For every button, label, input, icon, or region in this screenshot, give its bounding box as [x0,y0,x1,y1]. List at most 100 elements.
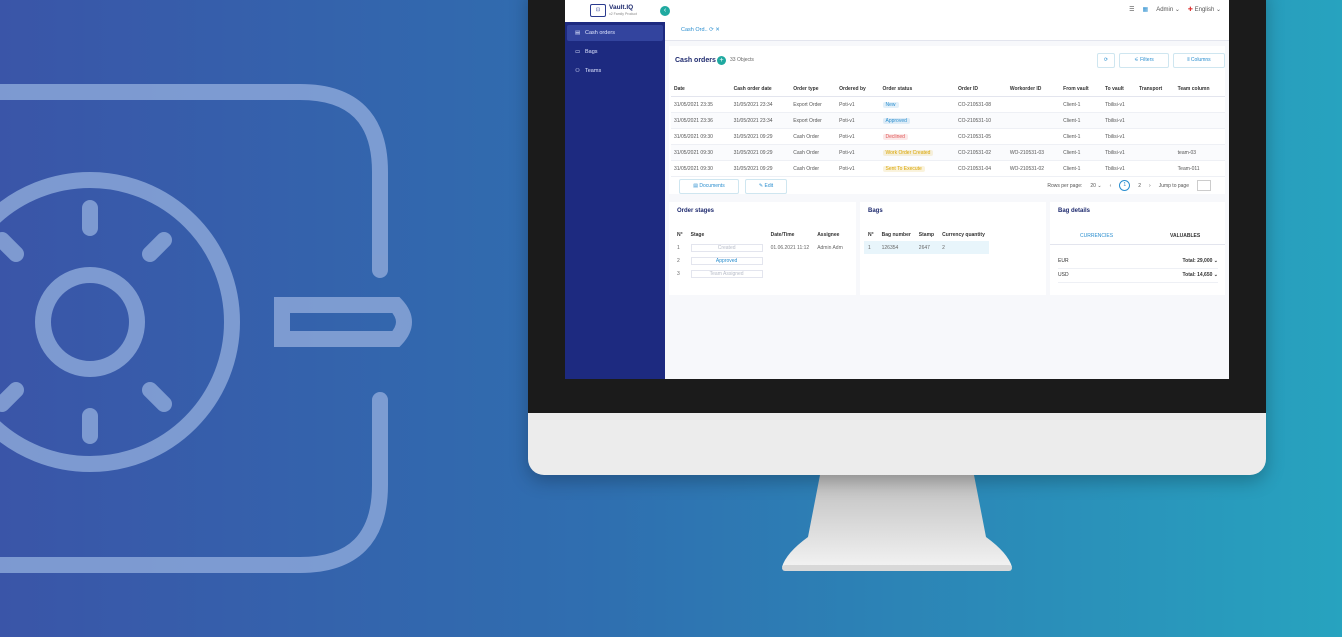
column-header[interactable]: From vault [1060,82,1102,97]
column-header: N° [677,231,683,238]
table-cell: Tbilisi-v1 [1102,128,1137,145]
jump-to-page-label: Jump to page [1158,182,1189,189]
menu-icon[interactable]: ☰ [1129,6,1134,13]
column-header[interactable]: Team column [1174,82,1225,97]
table-row[interactable]: 3 Team Assigned [673,267,847,280]
tab-label: Cash Ord.. [681,27,708,33]
tab-valuables[interactable]: VALUABLES [1170,233,1200,239]
user-menu[interactable]: Admin ⌄ [1156,6,1180,13]
table-header-row: Date Cash order date Order type Ordered … [671,82,1225,97]
object-count: 33 Objects [730,57,754,63]
bags-table: N° Bag number Stamp Currency quantity 1 … [864,228,989,254]
table-row[interactable]: 31/05/2021 23:35 31/05/2021 23:34 Export O… [671,96,1225,113]
table-cell [1136,96,1175,113]
table-cell [1136,144,1175,161]
table-cell [1136,128,1175,145]
status-badge: Declined [882,133,908,140]
page-next[interactable]: 2 [1138,183,1141,189]
documents-label: Documents [699,183,725,189]
stage-number: 1 [677,244,680,251]
column-header[interactable]: Transport [1136,82,1175,97]
order-status-cell: Work Order Created [879,144,955,161]
table-cell: Client-1 [1060,144,1102,161]
table-cell [1174,112,1225,129]
close-icon[interactable]: ✕ [715,27,720,33]
column-header[interactable]: Order ID [955,82,1007,97]
document-icon: ▤ [575,30,581,36]
table-row[interactable]: 2 Approved [673,254,847,267]
sidebar-item-label: Teams [585,68,602,74]
currency-row-eur[interactable]: EUR Total: 29,000 ⌄ [1058,254,1218,269]
currency-code: EUR [1058,258,1069,264]
chevron-down-icon: ⌄ [1213,258,1218,264]
language-select[interactable]: ✚ English ⌄ [1188,6,1221,13]
layout-icon[interactable]: ▦ [1143,6,1149,13]
prev-page-icon[interactable]: ‹ [1110,183,1112,189]
rows-per-page-select[interactable]: 20 ⌄ [1090,183,1101,189]
bag-number: 126354 [881,244,899,251]
table-cell: Cash Order [790,160,837,177]
tab-currencies[interactable]: CURRENCIES [1080,233,1113,239]
currency-row-usd[interactable]: USD Total: 14,650 ⌄ [1058,268,1218,283]
next-page-icon[interactable]: › [1149,183,1151,189]
columns-label: Columns [1190,57,1211,63]
column-header[interactable]: Cash order date [730,82,791,97]
column-header[interactable]: Ordered by [836,82,880,97]
stage-number: 3 [677,270,680,277]
refresh-icon: ⟳ [1103,57,1109,63]
table-cell: 31/05/2021 09:30 [671,144,731,161]
stage-pill: Created [690,243,763,252]
sidebar-item-label: Bags [585,49,598,55]
table-cell: 31/05/2021 09:29 [730,128,791,145]
cash-orders-title: Cash orders [675,57,716,64]
table-cell [1006,96,1061,113]
table-row[interactable]: 31/05/2021 23:36 31/05/2021 23:34 Export O… [671,112,1225,129]
add-order-button[interactable]: + [717,56,726,65]
refresh-button[interactable]: ⟳ [1097,53,1115,68]
table-cell: Tbilisi-v1 [1102,112,1137,129]
table-cell: Client-1 [1060,128,1102,145]
column-header[interactable]: To vault [1102,82,1137,97]
table-cell: CO-210531-02 [955,144,1007,161]
table-cell: 31/05/2021 09:29 [730,144,791,161]
column-header[interactable]: Date [671,82,731,97]
bag-details-title: Bag details [1058,208,1091,214]
collapse-sidebar-button[interactable]: ‹ [660,6,670,16]
table-cell: WO-210531-02 [1006,160,1061,177]
table-cell: 31/05/2021 23:35 [671,96,731,113]
columns-button[interactable]: ⦀ Columns [1173,53,1225,68]
table-cell: Tbilisi-v1 [1102,144,1137,161]
app-screen: ⊡ Vault.IQ x2 Family Product ‹ ☰ ▦ Admin… [565,0,1229,379]
columns-icon: ⦀ [1187,57,1190,63]
sidebar-item-bags[interactable]: ▭ Bags [567,44,663,60]
vault-logo-icon: ⊡ [590,4,606,17]
column-header[interactable]: Workorder ID [1006,82,1061,97]
table-row[interactable]: 1 Created 01.06.2021 11:12 Admin Adm [673,241,847,254]
table-cell: 31/05/2021 09:29 [730,160,791,177]
bags-title: Bags [868,208,883,214]
table-row[interactable]: 31/05/2021 09:30 31/05/2021 09:29 Cash Ord… [671,128,1225,145]
stage-datetime [767,254,814,267]
tab-cash-orders[interactable]: Cash Ord.. ⟳ ✕ [681,27,720,33]
currency-code: USD [1058,272,1069,278]
edit-button[interactable]: ✎ Edit [745,179,787,194]
column-header[interactable]: Order status [879,82,955,97]
column-header: Currency quantity [942,231,985,238]
documents-button[interactable]: ▤ Documents [679,179,739,194]
table-row[interactable]: 31/05/2021 09:30 31/05/2021 09:29 Cash Ord… [671,144,1225,161]
column-header[interactable]: Order type [790,82,837,97]
cash-orders-table: Date Cash order date Order type Ordered … [671,82,1225,177]
sidebar-item-cash-orders[interactable]: ▤ Cash orders [567,25,663,41]
topbar-actions: ☰ ▦ Admin ⌄ ✚ English ⌄ [1129,6,1221,13]
column-header: Bag number [881,231,911,238]
jump-to-page-input[interactable] [1197,180,1211,191]
refresh-icon[interactable]: ⟳ [709,27,714,33]
page-current[interactable]: 1 [1119,180,1131,191]
table-cell: 31/05/2021 23:34 [730,112,791,129]
table-cell: team-03 [1174,144,1225,161]
sidebar-item-teams[interactable]: ⚇ Teams [567,63,663,79]
filters-button[interactable]: ⚟ Filters [1119,53,1169,68]
table-row[interactable]: 31/05/2021 09:30 31/05/2021 09:29 Cash Ord… [671,160,1225,177]
table-row[interactable]: 1 126354 2647 2 [864,241,989,254]
stage-datetime [767,267,814,280]
